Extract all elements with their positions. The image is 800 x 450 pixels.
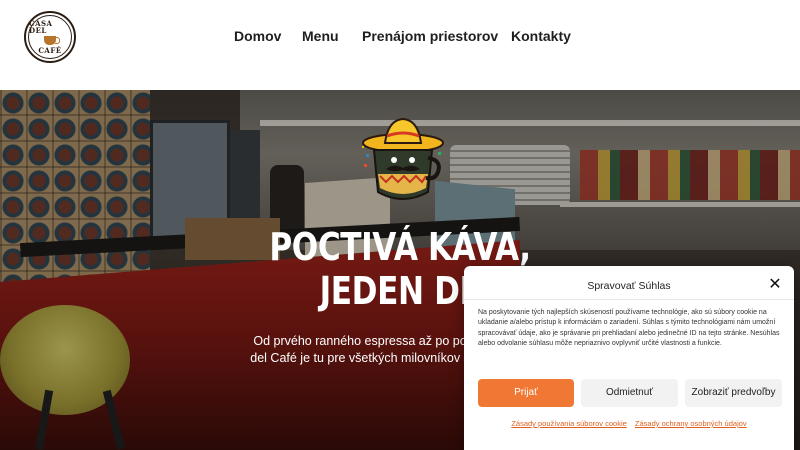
hero-headline-line1: POCTIVÁ KÁVA, — [269, 225, 531, 269]
consent-body-text: Na poskytovanie tých najlepších skúsenos… — [478, 309, 780, 348]
deny-button[interactable]: Odmietnuť — [581, 379, 678, 407]
consent-links: Zásady používania súborov cookie Zásady … — [464, 419, 794, 428]
nav-item-menu[interactable]: Menu — [302, 28, 339, 44]
sombrero-cup-mascot-icon — [362, 117, 444, 200]
consent-divider — [464, 299, 794, 300]
nav-item-kontakty[interactable]: Kontakty — [511, 28, 571, 44]
nav-item-prenajom[interactable]: Prenájom priestorov — [362, 28, 498, 44]
main-nav: Domov Menu Prenájom priestorov Kontakty — [0, 28, 800, 48]
logo-text-bottom: CAFÉ — [38, 46, 62, 55]
nav-item-domov[interactable]: Domov — [234, 28, 281, 44]
accept-button[interactable]: Prijať — [478, 379, 574, 407]
cookie-consent-dialog: Spravovať Súhlas ✕ Na poskytovanie tých … — [464, 266, 794, 450]
site-header: CASA DEL CAFÉ Domov Menu Prenájom priest… — [0, 0, 800, 90]
cookie-policy-link[interactable]: Zásady používania súborov cookie — [511, 419, 627, 428]
close-icon[interactable]: ✕ — [768, 276, 782, 292]
consent-title: Spravovať Súhlas — [587, 280, 671, 292]
preferences-button[interactable]: Zobraziť predvoľby — [685, 379, 782, 407]
privacy-policy-link[interactable]: Zásady ochrany osobných údajov — [635, 419, 747, 428]
